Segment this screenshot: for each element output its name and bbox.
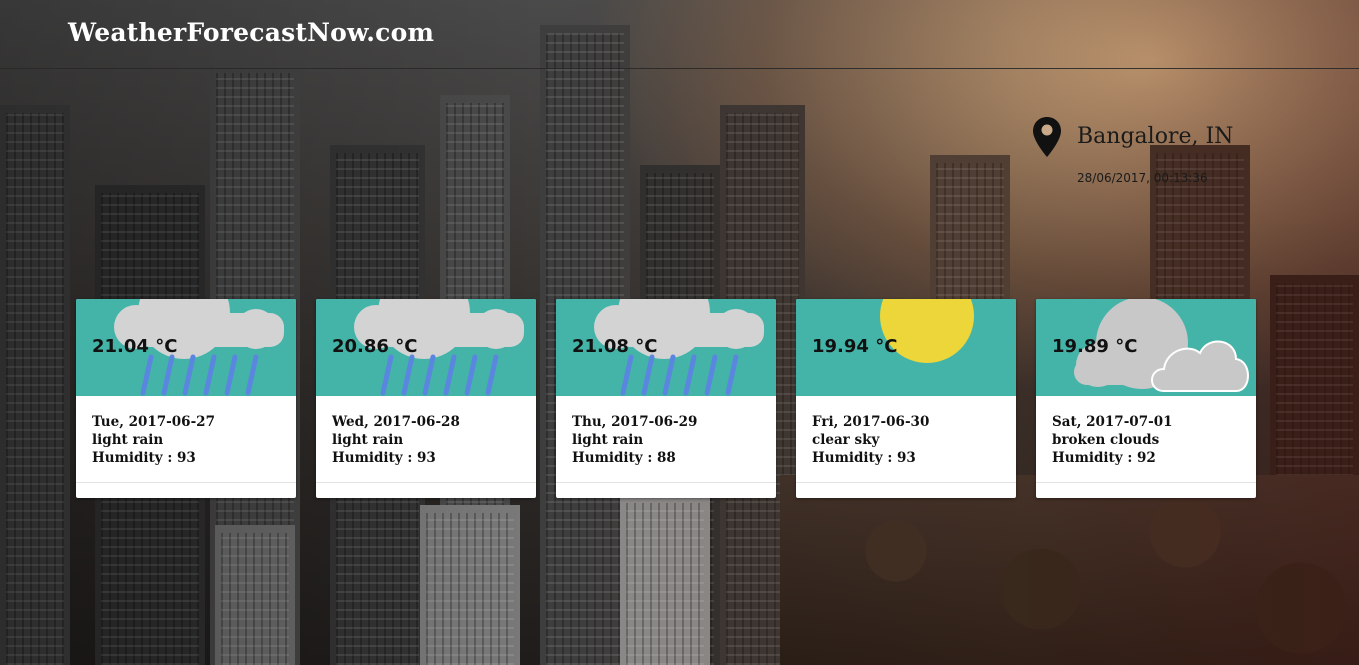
forecast-cards: 21.04 °C Tue, 2017-06-27 light rain Humi… xyxy=(76,299,1256,499)
forecast-card[interactable]: 21.04 °C Tue, 2017-06-27 light rain Humi… xyxy=(76,299,296,498)
rain-icon: 21.08 °C xyxy=(556,299,776,396)
card-divider xyxy=(556,482,776,483)
card-divider xyxy=(76,482,296,483)
forecast-temperature: 19.89 °C xyxy=(1052,336,1138,357)
forecast-description: light rain xyxy=(332,432,404,448)
location-city: Bangalore, IN xyxy=(1077,124,1234,149)
forecast-description: broken clouds xyxy=(1052,432,1160,448)
broken-clouds-icon: 19.89 °C xyxy=(1036,299,1256,396)
card-divider xyxy=(316,482,536,483)
location-datetime: 28/06/2017, 00:13:36 xyxy=(1077,171,1208,185)
rain-icon: 20.86 °C xyxy=(316,299,536,396)
forecast-description: light rain xyxy=(572,432,644,448)
card-divider xyxy=(796,482,1016,483)
forecast-temperature: 21.04 °C xyxy=(92,336,178,357)
card-divider xyxy=(1036,482,1256,483)
forecast-date: Wed, 2017-06-28 xyxy=(332,414,460,430)
forecast-humidity: Humidity : 88 xyxy=(572,450,676,466)
location-panel: Bangalore, IN 28/06/2017, 00:13:36 xyxy=(1030,114,1330,194)
forecast-temperature: 20.86 °C xyxy=(332,336,418,357)
forecast-card[interactable]: 19.89 °C Sat, 2017-07-01 broken clouds H… xyxy=(1036,299,1256,498)
forecast-temperature: 19.94 °C xyxy=(812,336,898,357)
forecast-date: Thu, 2017-06-29 xyxy=(572,414,698,430)
forecast-description: clear sky xyxy=(812,432,880,448)
forecast-humidity: Humidity : 93 xyxy=(332,450,436,466)
forecast-humidity: Humidity : 93 xyxy=(92,450,196,466)
forecast-date: Tue, 2017-06-27 xyxy=(92,414,215,430)
site-header: WeatherForecastNow.com xyxy=(0,0,1359,69)
forecast-date: Fri, 2017-06-30 xyxy=(812,414,930,430)
forecast-date: Sat, 2017-07-01 xyxy=(1052,414,1173,430)
forecast-humidity: Humidity : 93 xyxy=(812,450,916,466)
forecast-humidity: Humidity : 92 xyxy=(1052,450,1156,466)
forecast-card[interactable]: 20.86 °C Wed, 2017-06-28 light rain Humi… xyxy=(316,299,536,498)
site-title-link[interactable]: WeatherForecastNow.com xyxy=(68,18,434,47)
forecast-card[interactable]: 21.08 °C Thu, 2017-06-29 light rain Humi… xyxy=(556,299,776,498)
forecast-description: light rain xyxy=(92,432,164,448)
rain-icon: 21.04 °C xyxy=(76,299,296,396)
map-pin-icon xyxy=(1033,117,1061,157)
sun-icon: 19.94 °C xyxy=(796,299,1016,396)
forecast-temperature: 21.08 °C xyxy=(572,336,658,357)
forecast-card[interactable]: 19.94 °C Fri, 2017-06-30 clear sky Humid… xyxy=(796,299,1016,498)
